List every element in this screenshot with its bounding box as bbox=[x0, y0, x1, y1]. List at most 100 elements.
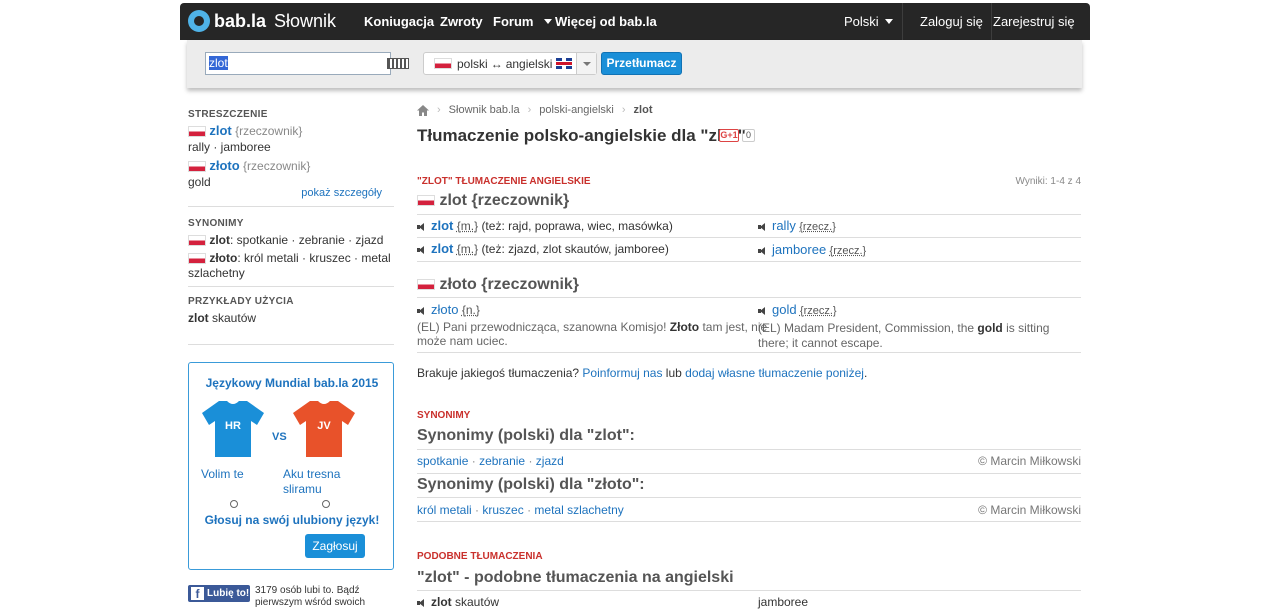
synonym-links: król metali · kruszec · metal szlachetny bbox=[417, 503, 624, 517]
source-word[interactable]: zlot bbox=[431, 218, 453, 233]
register-link[interactable]: Zarejestruj się bbox=[993, 14, 1075, 29]
gender-tag: {m.} bbox=[457, 219, 478, 233]
language-pair-select[interactable]: polski ↔ angielski bbox=[423, 52, 597, 75]
sidebar-summary: STRESZCZENIE zlot {rzeczownik} rally · j… bbox=[188, 109, 394, 189]
facebook-count: 3179 osób lubi to. Bądź bbox=[255, 585, 360, 596]
translation-target: jamboree {rzecz.} bbox=[758, 242, 866, 257]
speaker-icon[interactable] bbox=[417, 307, 427, 315]
divider bbox=[417, 261, 1081, 262]
option2-label[interactable]: Aku tresna bbox=[283, 467, 340, 481]
swap-arrow-icon: ↔ bbox=[491, 57, 503, 71]
tshirt-blue-icon: HR bbox=[201, 399, 265, 459]
translate-button[interactable]: Przetłumacz bbox=[601, 52, 682, 75]
promo-title: Językowy Mundial bab.la 2015 bbox=[189, 376, 395, 390]
vote-button[interactable]: Zagłosuj bbox=[305, 534, 365, 558]
synonym-links: spotkanie · zebranie · zjazd bbox=[417, 454, 564, 468]
summary-translations: rally · jamboree bbox=[188, 140, 394, 154]
vs-label: VS bbox=[272, 431, 287, 443]
logo[interactable]: bab.la Słownik bbox=[188, 9, 336, 33]
breadcrumb-current: zlot bbox=[634, 104, 653, 116]
synonym-link[interactable]: kruszec bbox=[482, 503, 523, 517]
google-plus-count: 0 bbox=[742, 129, 755, 142]
breadcrumb-item[interactable]: Słownik bab.la bbox=[449, 104, 520, 116]
divider bbox=[991, 3, 992, 40]
nav-forum[interactable]: Forum bbox=[493, 14, 533, 29]
lang-from: polski bbox=[457, 57, 488, 71]
synonyms-heading: SYNONIMY bbox=[188, 218, 394, 229]
summary-word-zloto[interactable]: złoto bbox=[209, 158, 239, 173]
target-word[interactable]: gold bbox=[772, 302, 797, 317]
pos-tag: {rzecz.} bbox=[830, 245, 867, 257]
synonym-link[interactable]: spotkanie bbox=[417, 454, 468, 468]
language-dropdown[interactable]: Polski bbox=[844, 14, 896, 29]
details-link[interactable]: pokaż szczegóły bbox=[301, 187, 382, 199]
polish-flag-icon bbox=[434, 58, 452, 69]
search-input[interactable]: zlot bbox=[205, 52, 391, 75]
nav-more-label: Więcej od bab.la bbox=[555, 14, 657, 29]
speaker-icon[interactable] bbox=[417, 599, 427, 607]
similar-title: "zlot" - podobne tłumaczenia na angielsk… bbox=[417, 569, 734, 587]
example-sentence-pl-cont: może nam uciec. bbox=[417, 334, 508, 348]
synonym-link[interactable]: zjazd bbox=[536, 454, 564, 468]
home-icon[interactable] bbox=[417, 105, 429, 116]
synonyms-title: Synonimy (polski) dla "złoto": bbox=[417, 476, 645, 494]
nav-zwroty[interactable]: Zwroty bbox=[440, 14, 483, 29]
target-word[interactable]: rally bbox=[772, 218, 796, 233]
synonym-link[interactable]: król metali bbox=[417, 503, 472, 517]
target-word[interactable]: jamboree bbox=[772, 242, 826, 257]
option2-radio[interactable] bbox=[322, 500, 330, 508]
synonym-word: złoto bbox=[209, 251, 237, 265]
inform-link[interactable]: Poinformuj nas bbox=[582, 366, 662, 380]
synonym-list: : król metali · kruszec · metal bbox=[237, 251, 390, 265]
translation-target: rally {rzecz.} bbox=[758, 218, 836, 233]
examples-heading: PRZYKŁADY UŻYCIA bbox=[188, 296, 394, 307]
divider bbox=[188, 286, 394, 287]
synonym-link[interactable]: metal szlachetny bbox=[534, 503, 623, 517]
speaker-icon[interactable] bbox=[417, 223, 427, 231]
example-sentence-en: (EL) Madam President, Commission, the go… bbox=[758, 321, 1049, 335]
similar-translation: jamboree bbox=[758, 595, 808, 609]
keyboard-icon[interactable] bbox=[387, 58, 409, 69]
translation-row: zlot {m.} (też: rajd, poprawa, wiec, mas… bbox=[417, 218, 673, 233]
polish-flag-icon bbox=[188, 235, 206, 246]
polish-flag-icon bbox=[188, 253, 206, 264]
chevron-down-icon[interactable] bbox=[576, 53, 596, 74]
facebook-icon: f bbox=[191, 587, 204, 600]
tshirt-orange-icon: JV bbox=[292, 399, 356, 459]
synonyms-title: Synonimy (polski) dla "zlot": bbox=[417, 427, 635, 445]
breadcrumb-item[interactable]: polski-angielski bbox=[539, 104, 614, 116]
polish-flag-icon bbox=[417, 195, 435, 206]
shirt1-label: HR bbox=[225, 420, 241, 432]
translation-target: gold {rzecz.} bbox=[758, 302, 837, 317]
option1-label[interactable]: Volim te bbox=[201, 467, 244, 481]
caret-down-icon bbox=[885, 19, 893, 24]
nav-more[interactable]: Więcej od bab.la bbox=[544, 14, 657, 29]
speaker-icon[interactable] bbox=[417, 246, 427, 254]
synonym-link[interactable]: zebranie bbox=[479, 454, 525, 468]
add-translation-link[interactable]: dodaj własne tłumaczenie poniżej bbox=[685, 366, 864, 380]
synonyms-credit: © Marcin Miłkowski bbox=[978, 454, 1081, 468]
option2-label-cont[interactable]: sliramu bbox=[283, 482, 322, 496]
summary-pos: {rzeczownik} bbox=[243, 159, 310, 173]
summary-word-zlot[interactable]: zlot bbox=[209, 123, 231, 138]
pos-tag: {rzecz.} bbox=[799, 221, 836, 233]
login-link[interactable]: Zaloguj się bbox=[920, 14, 983, 29]
source-word[interactable]: złoto bbox=[431, 302, 458, 317]
summary-heading: STRESZCZENIE bbox=[188, 109, 394, 120]
facebook-like-button[interactable]: f Lubię to! bbox=[188, 585, 250, 602]
translation-row: zlot {m.} (też: zjazd, zlot skautów, jam… bbox=[417, 241, 669, 256]
option1-radio[interactable] bbox=[230, 500, 238, 508]
also-list: (też: rajd, poprawa, wiec, masówka) bbox=[481, 219, 672, 233]
uk-flag-icon bbox=[556, 58, 572, 69]
also-list: (też: zjazd, zlot skautów, jamboree) bbox=[481, 242, 668, 256]
speaker-icon[interactable] bbox=[758, 307, 768, 315]
speaker-icon[interactable] bbox=[758, 247, 768, 255]
lang-to: angielski bbox=[506, 57, 553, 71]
synonym-list: : spotkanie · zebranie · zjazd bbox=[230, 233, 383, 247]
divider bbox=[417, 590, 1081, 591]
nav-koniugacja[interactable]: Koniugacja bbox=[364, 14, 434, 29]
google-plus-button[interactable]: G+1 bbox=[719, 129, 739, 142]
similar-word: zlot bbox=[431, 595, 452, 609]
speaker-icon[interactable] bbox=[758, 223, 768, 231]
source-word[interactable]: zlot bbox=[431, 241, 453, 256]
